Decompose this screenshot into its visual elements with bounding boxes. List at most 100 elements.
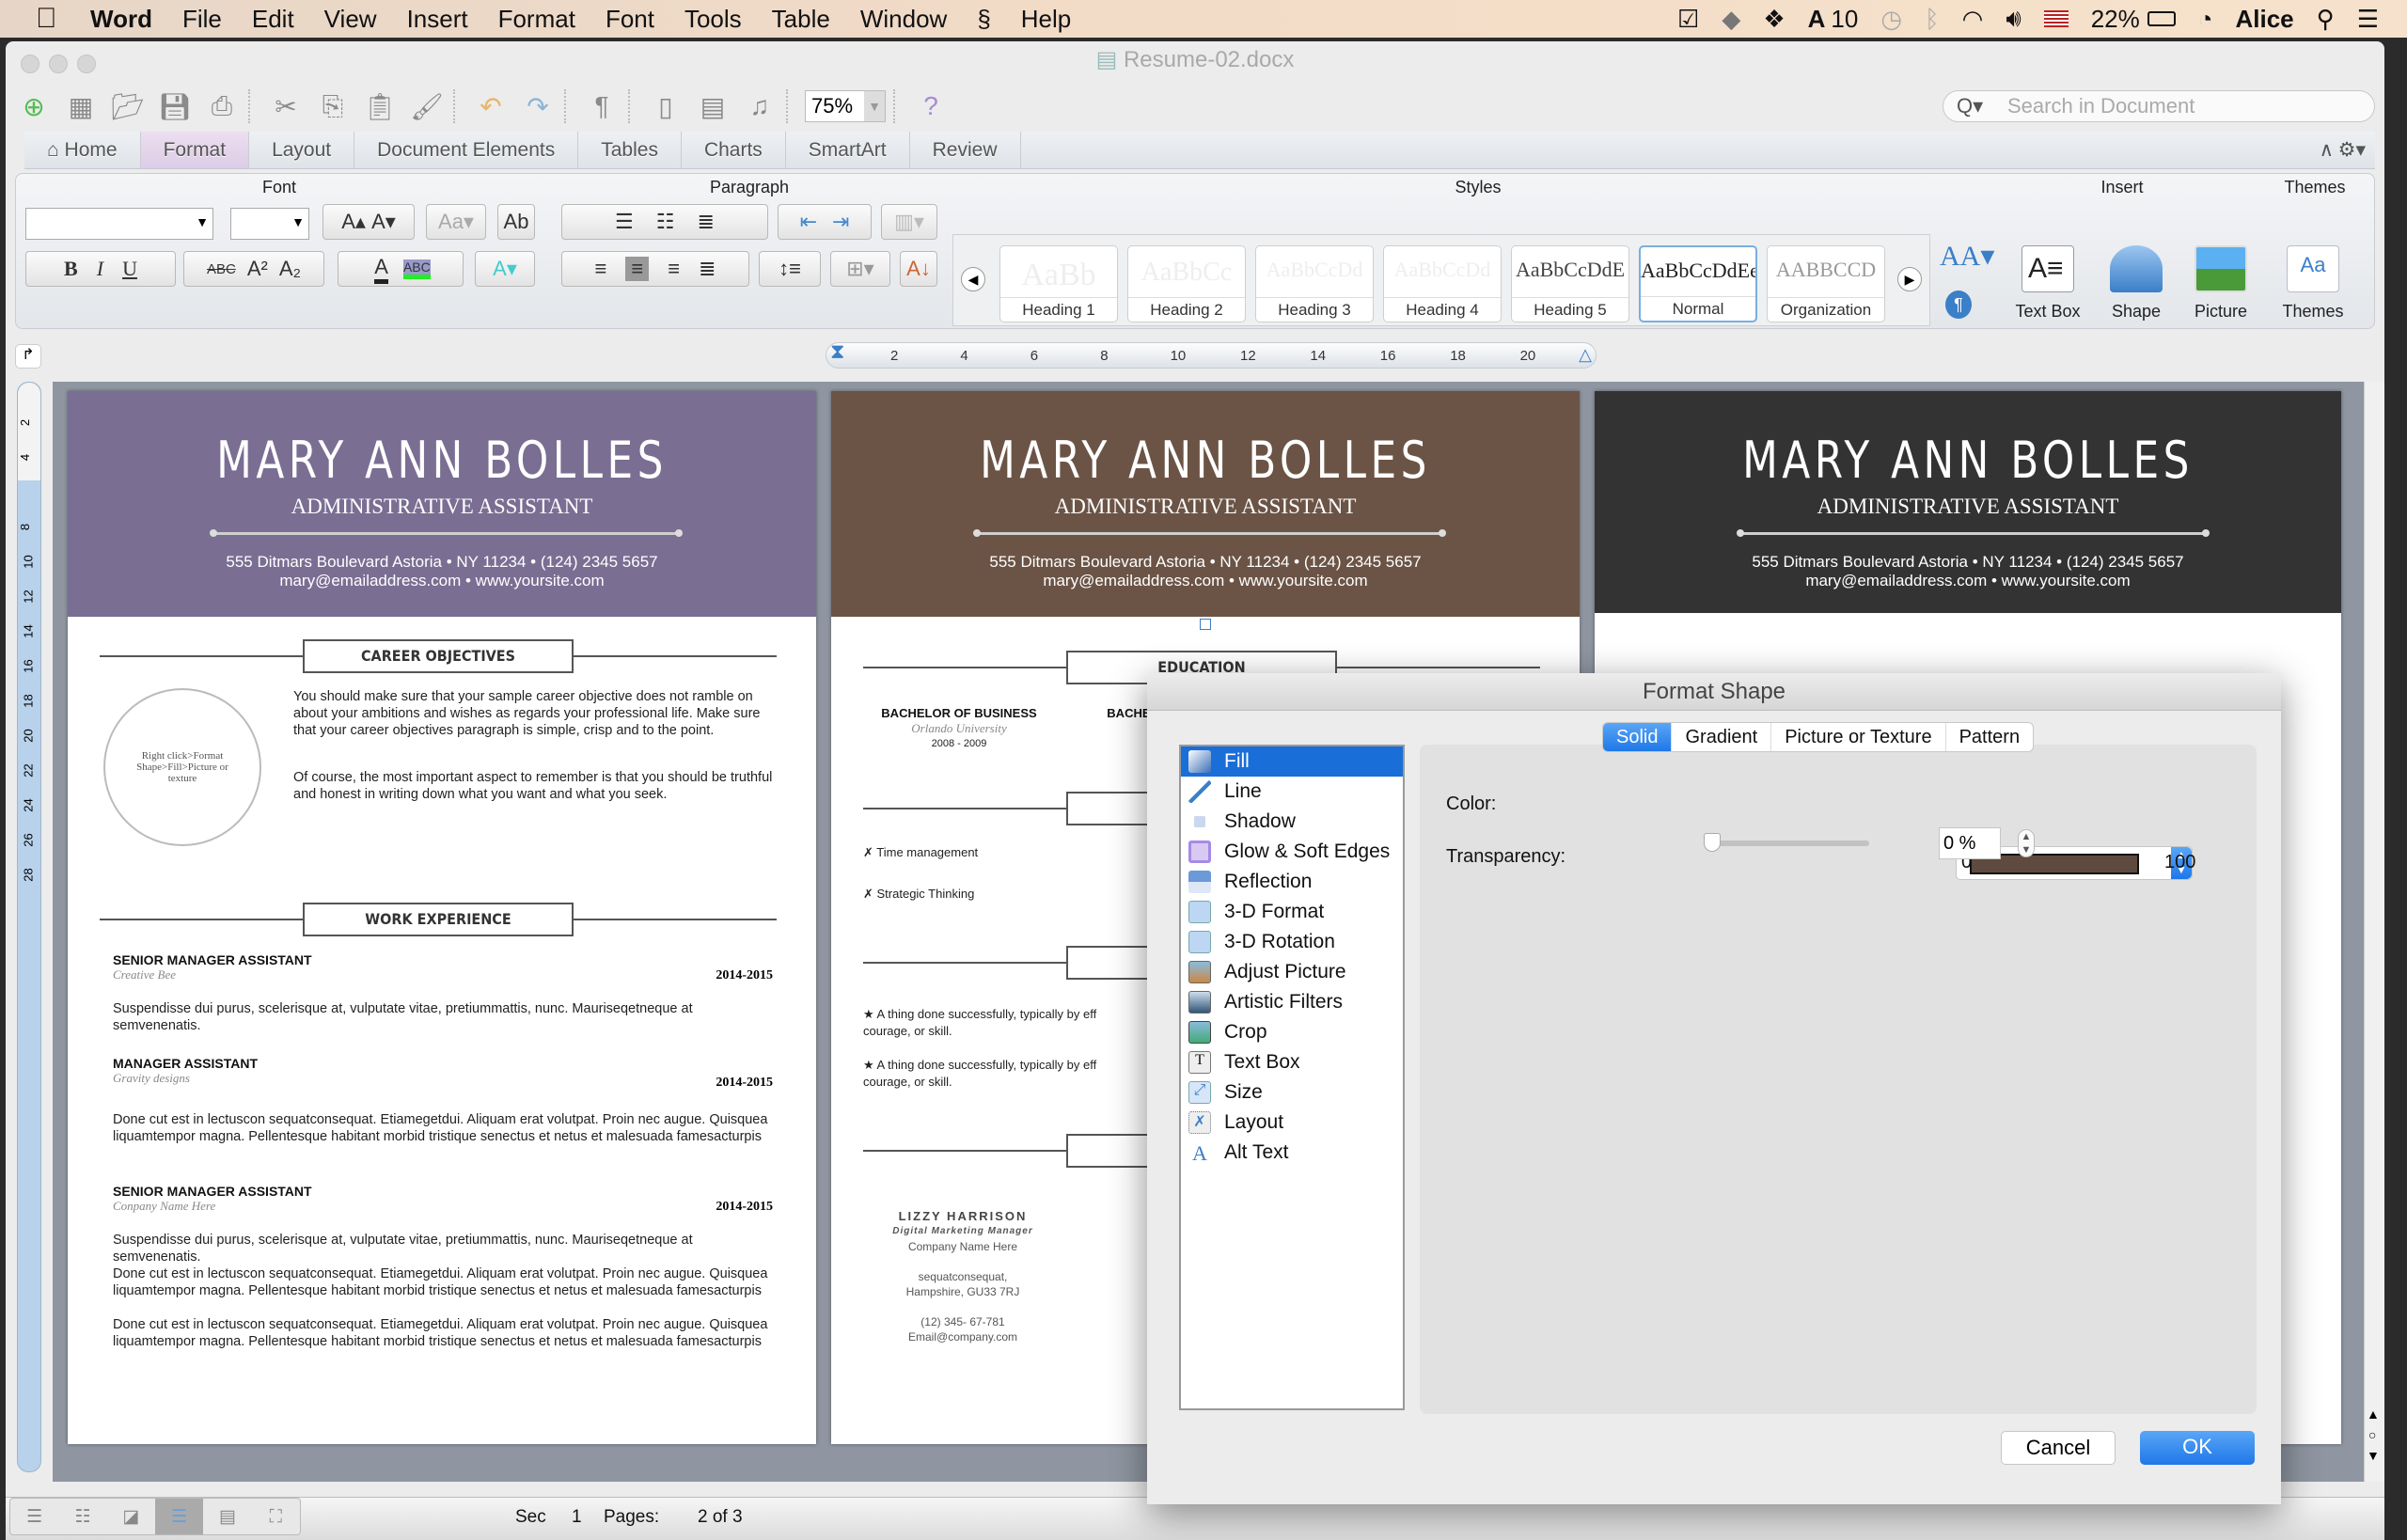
menu-view[interactable]: View xyxy=(324,5,377,34)
scroll-up-icon[interactable]: ▲ xyxy=(2367,1406,2380,1422)
category-adjust-picture[interactable]: Adjust Picture xyxy=(1181,957,1403,987)
right-indent-marker[interactable]: △ xyxy=(1579,345,1592,365)
clock-icon[interactable]: ◔ xyxy=(2198,5,2213,34)
toolbox-icon[interactable]: ▤ xyxy=(694,89,732,123)
redo-icon[interactable]: ↷ xyxy=(519,89,557,123)
tab-tables[interactable]: Tables xyxy=(578,132,682,168)
collapse-ribbon-icon[interactable]: ∧ xyxy=(2320,132,2334,169)
gear-icon[interactable]: ⚙▾ xyxy=(2338,132,2366,169)
transparency-input[interactable]: 0 % xyxy=(1939,827,2001,859)
header-banner[interactable]: MARY ANN BOLLES ADMINISTRATIVE ASSISTANT… xyxy=(1595,391,2341,613)
styles-next-button[interactable]: ▶ xyxy=(1897,267,1922,291)
category-reflection[interactable]: Reflection xyxy=(1181,867,1403,897)
copy-icon[interactable]: ⎘ xyxy=(314,89,352,123)
line-spacing-button[interactable]: ↕≡ xyxy=(759,251,821,287)
print-icon[interactable]: ⎙ xyxy=(203,89,241,123)
align-right-button[interactable]: ≡ xyxy=(668,257,680,281)
category-crop[interactable]: Crop xyxy=(1181,1017,1403,1047)
header-banner-selected[interactable]: MARY ANN BOLLES ADMINISTRATIVE ASSISTANT… xyxy=(831,391,1580,617)
browse-object-icon[interactable]: ○ xyxy=(2368,1427,2376,1442)
checklist-icon[interactable]: ☑ xyxy=(1677,5,1699,34)
media-browser-icon[interactable]: ♫ xyxy=(741,89,779,123)
tab-smartart[interactable]: SmartArt xyxy=(786,132,910,168)
apple-icon[interactable]:  xyxy=(36,3,73,35)
pilcrow-icon[interactable]: ¶ xyxy=(583,89,621,123)
style-heading-3[interactable]: AaBbCcDd Heading 3 xyxy=(1255,245,1374,322)
menu-edit[interactable]: Edit xyxy=(252,5,294,34)
adobe-icon[interactable]: A xyxy=(1808,5,1826,34)
zoom-select[interactable]: 75% ▼ xyxy=(805,90,886,122)
category-3d-format[interactable]: 3-D Format xyxy=(1181,897,1403,927)
manage-styles-icon[interactable]: AA▾ xyxy=(1940,240,1994,273)
tab-document-elements[interactable]: Document Elements xyxy=(354,132,579,168)
styles-prev-button[interactable]: ◀ xyxy=(961,267,985,291)
battery-icon[interactable] xyxy=(2147,11,2176,26)
transparency-slider[interactable] xyxy=(1704,833,1869,852)
tab-review[interactable]: Review xyxy=(910,132,1021,168)
underline-button[interactable]: U xyxy=(122,257,137,281)
style-heading-2[interactable]: AaBbCc Heading 2 xyxy=(1127,245,1246,322)
change-case-button[interactable]: Aa▾ xyxy=(426,204,486,240)
increase-indent-button[interactable]: ⇥ xyxy=(832,210,849,234)
search-input[interactable]: Q▾ Search in Document xyxy=(1943,90,2375,122)
tab-layout[interactable]: Layout xyxy=(249,132,355,168)
new-doc-icon[interactable]: ⊕ xyxy=(15,89,53,123)
format-painter-icon[interactable]: 🖌︎ xyxy=(408,89,446,123)
align-center-button[interactable]: ≡ xyxy=(625,257,650,281)
transparency-stepper[interactable]: ▲ ▼ xyxy=(2018,829,2035,857)
font-color-button[interactable]: A xyxy=(374,255,388,284)
scroll-down-icon[interactable]: ▼ xyxy=(2367,1448,2380,1463)
columns-button[interactable]: ▥▾ xyxy=(881,204,937,240)
menu-format[interactable]: Format xyxy=(498,5,575,34)
photo-placeholder[interactable]: Right click>Format Shape>Fill>Picture or… xyxy=(103,688,261,846)
volume-icon[interactable]: 🔊︎ xyxy=(2006,4,2021,34)
slider-thumb[interactable] xyxy=(1704,833,1721,852)
multilevel-list-button[interactable]: ≣ xyxy=(698,210,715,234)
category-text-box[interactable]: T Text Box xyxy=(1181,1047,1403,1077)
category-artistic-filters[interactable]: Artistic Filters xyxy=(1181,987,1403,1017)
minimize-button[interactable] xyxy=(49,55,68,73)
sort-button[interactable]: A↓ xyxy=(900,251,937,287)
dropbox-icon[interactable]: ❖ xyxy=(1763,5,1785,34)
undo-icon[interactable]: ↶ xyxy=(472,89,510,123)
tab-selector-icon[interactable]: ↱ xyxy=(15,344,41,369)
menu-window[interactable]: Window xyxy=(860,5,947,34)
highlight-button[interactable]: ABC xyxy=(402,259,431,279)
category-3d-rotation[interactable]: 3-D Rotation xyxy=(1181,927,1403,957)
flag-icon[interactable] xyxy=(2043,10,2069,27)
style-pane-icon[interactable]: ¶ xyxy=(1945,291,1972,319)
style-heading-5[interactable]: AaBbCcDdE Heading 5 xyxy=(1511,245,1629,322)
font-name-select[interactable]: ▼ xyxy=(25,208,213,240)
bold-button[interactable]: B xyxy=(64,257,78,281)
menu-tools[interactable]: Tools xyxy=(684,5,742,34)
insert-picture-button[interactable]: Picture xyxy=(2179,245,2263,322)
tab-charts[interactable]: Charts xyxy=(682,132,786,168)
style-normal[interactable]: AaBbCcDdEe Normal xyxy=(1639,245,1757,322)
themes-button[interactable]: Aa Themes xyxy=(2271,245,2355,322)
align-left-button[interactable]: ≡ xyxy=(595,257,607,281)
wifi-icon[interactable]: ◠ xyxy=(1962,5,1984,34)
category-line[interactable]: Line xyxy=(1181,777,1403,807)
borders-button[interactable]: ⊞▾ xyxy=(830,251,890,287)
clear-formatting-button[interactable]: Ab xyxy=(497,204,535,240)
decrease-indent-button[interactable]: ⇤ xyxy=(800,210,817,234)
evernote-icon[interactable]: ◆ xyxy=(1722,5,1740,34)
tab-gradient[interactable]: Gradient xyxy=(1672,723,1772,751)
grow-shrink-font-button[interactable]: A▴ A▾ xyxy=(323,204,415,240)
save-icon[interactable]: 💾︎ xyxy=(156,89,194,123)
sidebar-icon[interactable]: ▯ xyxy=(647,89,684,123)
numbering-button[interactable]: ☷ xyxy=(656,210,675,234)
ok-button[interactable]: OK xyxy=(2140,1431,2255,1465)
horizontal-ruler[interactable]: ⧗ △ 2 4 6 8 10 12 14 16 18 20 xyxy=(826,339,1597,369)
page-1[interactable]: MARY ANN BOLLES ADMINISTRATIVE ASSISTANT… xyxy=(68,391,816,1444)
text-effects-button[interactable]: A▾ xyxy=(475,251,535,287)
style-heading-1[interactable]: AaBb Heading 1 xyxy=(999,245,1118,322)
category-shadow[interactable]: Shadow xyxy=(1181,807,1403,837)
templates-icon[interactable]: ▦ xyxy=(62,89,100,123)
notification-icon[interactable]: ☰ xyxy=(2357,5,2379,34)
tab-format[interactable]: Format xyxy=(140,132,250,168)
bullets-button[interactable]: ☰ xyxy=(615,210,634,234)
vertical-ruler[interactable]: 2 4 8 10 12 14 16 18 20 22 24 26 28 xyxy=(17,382,41,1472)
italic-button[interactable]: I xyxy=(97,257,103,281)
superscript-button[interactable]: A² xyxy=(247,257,268,281)
